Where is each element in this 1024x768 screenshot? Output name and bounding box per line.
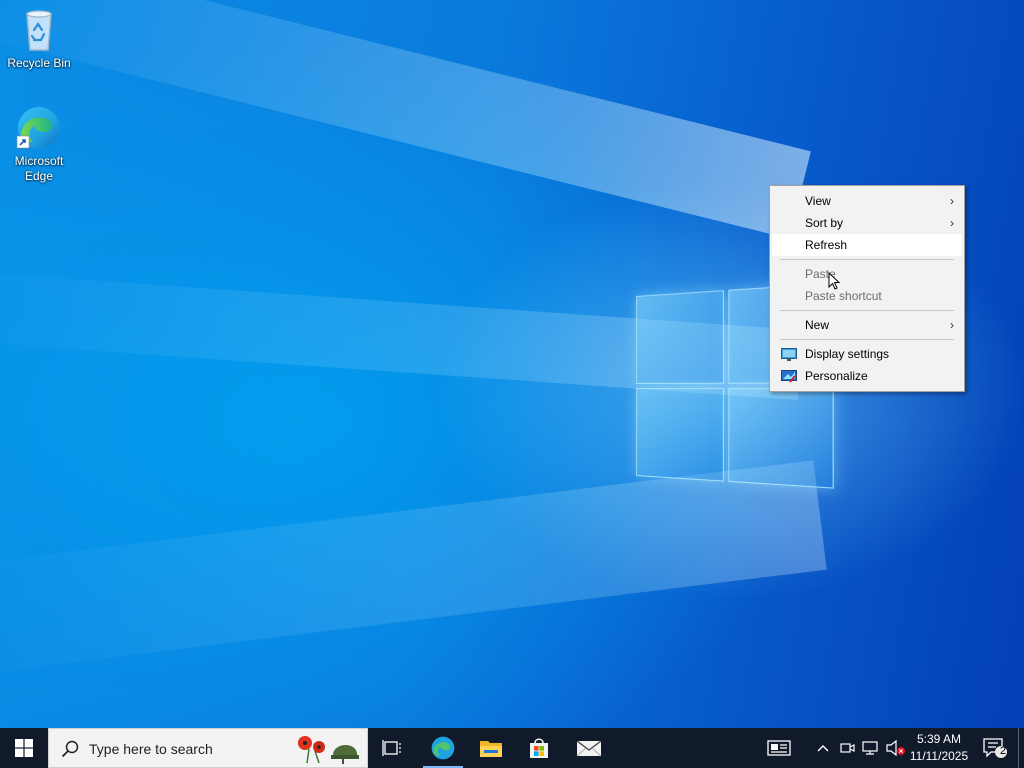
- volume-button[interactable]: [884, 728, 908, 768]
- menu-item-label: New: [805, 318, 829, 332]
- taskbar-microsoft-store-button[interactable]: [516, 728, 562, 768]
- action-center-button[interactable]: 2: [976, 728, 1014, 768]
- menu-separator: [780, 339, 954, 340]
- meet-now-icon: [839, 740, 855, 756]
- clock-time: 5:39 AM: [906, 732, 972, 746]
- menu-item-paste-shortcut[interactable]: Paste shortcut: [772, 285, 962, 307]
- wallpaper-light-beam: [0, 460, 827, 676]
- desktop-icon-label: Microsoft Edge: [1, 154, 77, 184]
- menu-item-label: View: [805, 194, 831, 208]
- taskbar-mail-button[interactable]: [566, 728, 612, 768]
- menu-item-personalize[interactable]: Personalize: [772, 365, 962, 387]
- menu-item-paste[interactable]: Paste: [772, 263, 962, 285]
- menu-item-label: Display settings: [805, 347, 889, 361]
- search-icon: [61, 740, 79, 758]
- taskbar-edge-button[interactable]: [420, 728, 466, 768]
- desktop-background[interactable]: Recycle Bin Microsoft Edge View › Sort b…: [0, 0, 1024, 728]
- desktop-icon-recycle-bin[interactable]: Recycle Bin: [1, 6, 77, 71]
- task-view-button[interactable]: [369, 728, 415, 768]
- microsoft-store-icon: [528, 737, 550, 759]
- news-and-interests-button[interactable]: [760, 728, 798, 768]
- desktop-context-menu: View › Sort by › Refresh Paste Paste sho…: [769, 185, 965, 392]
- news-icon: [767, 740, 791, 756]
- edge-icon: [15, 104, 63, 152]
- taskbar-file-explorer-button[interactable]: [468, 728, 514, 768]
- start-button[interactable]: [0, 728, 48, 768]
- desktop-icon-microsoft-edge[interactable]: Microsoft Edge: [1, 104, 77, 184]
- network-icon: [862, 740, 880, 756]
- clock-date: 11/11/2025: [906, 749, 972, 763]
- network-button[interactable]: [859, 728, 883, 768]
- display-settings-icon: [781, 347, 797, 361]
- clock-button[interactable]: 5:39 AM 11/11/2025: [906, 728, 972, 768]
- volume-muted-icon: [886, 740, 906, 756]
- taskbar: Type here to search 5:39 AM 11/11/2025 2: [0, 728, 1024, 768]
- mail-icon: [576, 739, 602, 757]
- show-hidden-icons-button[interactable]: [812, 728, 834, 768]
- menu-item-new[interactable]: New ›: [772, 314, 962, 336]
- menu-item-view[interactable]: View ›: [772, 190, 962, 212]
- notification-count-badge: 2: [996, 745, 1010, 757]
- desktop-icon-label: Recycle Bin: [1, 56, 77, 71]
- menu-item-display-settings[interactable]: Display settings: [772, 343, 962, 365]
- show-desktop-button[interactable]: [1018, 728, 1019, 768]
- personalize-icon: [781, 369, 797, 383]
- meet-now-button[interactable]: [836, 728, 858, 768]
- chevron-right-icon: ›: [950, 212, 954, 234]
- menu-item-sort-by[interactable]: Sort by ›: [772, 212, 962, 234]
- menu-item-label: Paste shortcut: [805, 289, 882, 303]
- edge-icon: [430, 735, 456, 761]
- chevron-right-icon: ›: [950, 314, 954, 336]
- menu-separator: [780, 259, 954, 260]
- taskbar-search-box[interactable]: Type here to search: [48, 728, 368, 768]
- menu-item-label: Sort by: [805, 216, 843, 230]
- menu-separator: [780, 310, 954, 311]
- search-placeholder: Type here to search: [89, 741, 213, 757]
- chevron-up-icon: [817, 744, 829, 752]
- wallpaper-light-beam: [0, 0, 811, 239]
- menu-item-refresh[interactable]: Refresh: [772, 234, 962, 256]
- file-explorer-icon: [479, 738, 503, 758]
- recycle-bin-icon: [15, 6, 63, 54]
- chevron-right-icon: ›: [950, 190, 954, 212]
- search-highlight-poppy-icon: [293, 733, 361, 765]
- windows-start-icon: [15, 739, 33, 757]
- menu-item-label: Refresh: [805, 238, 847, 252]
- menu-item-label: Personalize: [805, 369, 868, 383]
- task-view-icon: [382, 739, 402, 757]
- mouse-cursor-icon: [828, 272, 840, 291]
